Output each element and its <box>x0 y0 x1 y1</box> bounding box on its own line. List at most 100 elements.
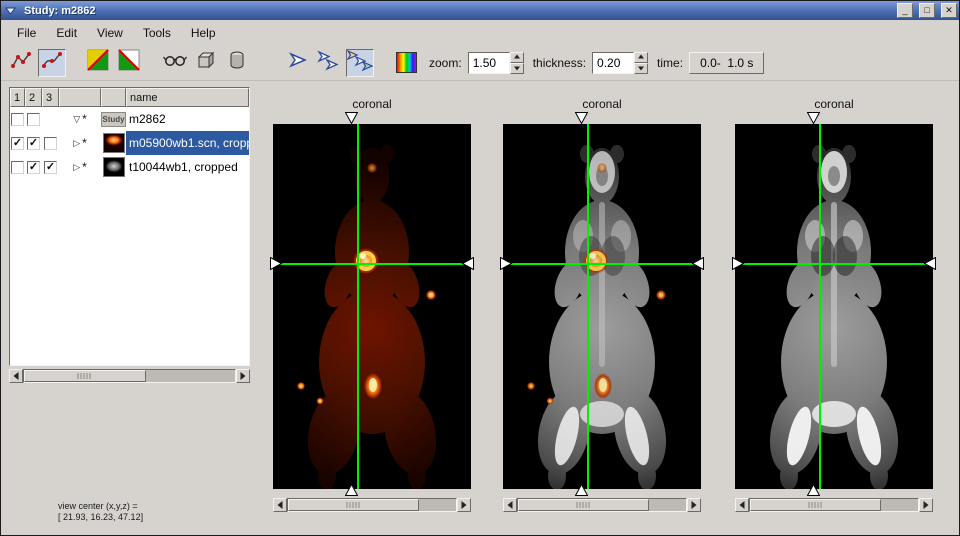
pet-coronal-image[interactable] <box>273 124 471 489</box>
window-title: Study: m2862 <box>22 5 891 17</box>
tree-col-2[interactable]: 2 <box>25 88 42 107</box>
scroll-thumb[interactable] <box>24 370 146 382</box>
scroll-right-icon[interactable] <box>919 498 933 512</box>
interp-trilinear-button[interactable] <box>38 49 66 77</box>
tree-scrollbar[interactable] <box>9 369 250 383</box>
scroll-left-icon[interactable] <box>273 498 287 512</box>
stereoscopic-button[interactable] <box>161 49 189 77</box>
crosshair-handle-top-icon[interactable] <box>345 112 358 125</box>
scroll-thumb[interactable] <box>288 499 419 511</box>
modified-marker: * <box>82 160 87 174</box>
scroll-track[interactable] <box>517 498 687 512</box>
view-scrollbar[interactable] <box>735 498 933 512</box>
zoom-input[interactable]: 1.50 <box>468 52 510 74</box>
minimize-button[interactable]: _ <box>897 3 913 18</box>
crosshair-handle-right-icon[interactable] <box>923 257 936 270</box>
menu-file[interactable]: File <box>7 23 46 43</box>
study-tree: 1 2 3 name ▽ * Study m2862 ✓ ✓ <box>9 87 250 366</box>
crosshair-vertical <box>819 124 821 489</box>
close-button[interactable]: ✕ <box>941 3 957 18</box>
ct-coronal-image[interactable] <box>735 124 933 489</box>
fuse-blend-button[interactable] <box>84 49 112 77</box>
pet-thumbnail-icon <box>103 133 125 153</box>
scroll-right-icon[interactable] <box>236 369 250 383</box>
time-button[interactable]: 0.0- 1.0 s <box>689 52 764 74</box>
checkbox-1[interactable] <box>11 113 24 126</box>
tree-row-study[interactable]: ▽ * Study m2862 <box>10 107 249 131</box>
menu-tools[interactable]: Tools <box>133 23 181 43</box>
tree-col-name[interactable]: name <box>126 88 249 107</box>
crosshair-horizontal <box>503 263 701 265</box>
thickness-up-icon[interactable] <box>634 52 648 63</box>
tree-col-1[interactable]: 1 <box>10 88 25 107</box>
window-menu-icon[interactable] <box>3 3 18 18</box>
crosshair-vertical <box>357 124 359 489</box>
expander-closed-icon[interactable]: ▷ <box>73 162 80 173</box>
scroll-right-icon[interactable] <box>687 498 701 512</box>
tree-col-expander[interactable] <box>59 88 101 107</box>
maximize-button[interactable]: □ <box>919 3 935 18</box>
checkbox-1[interactable] <box>11 161 24 174</box>
crosshair-handle-left-icon[interactable] <box>732 257 745 270</box>
scroll-thumb[interactable] <box>518 499 649 511</box>
crosshair-handle-right-icon[interactable] <box>691 257 704 270</box>
tree-row-ct-dataset[interactable]: ✓ ✓ ▷ * t10044wb1, cropped <box>10 155 249 179</box>
crosshair-handle-bottom-icon[interactable] <box>345 483 358 496</box>
pet-scan-graphic <box>273 124 471 489</box>
roi-cylinder-button[interactable] <box>223 49 251 77</box>
checkbox-2[interactable]: ✓ <box>27 137 40 150</box>
view-linked-2-button[interactable] <box>315 49 343 77</box>
roi-cylinder-icon <box>226 49 248 76</box>
scroll-track[interactable] <box>287 498 457 512</box>
glasses-icon <box>163 49 187 76</box>
crosshair-handle-bottom-icon[interactable] <box>807 483 820 496</box>
study-icon: Study <box>101 112 126 127</box>
scroll-thumb[interactable] <box>750 499 881 511</box>
checkbox-3[interactable]: ✓ <box>44 161 57 174</box>
scroll-left-icon[interactable] <box>9 369 23 383</box>
scroll-track[interactable] <box>749 498 919 512</box>
tree-item-name[interactable]: m2862 <box>126 107 249 131</box>
menubar: File Edit View Tools Help <box>1 20 959 45</box>
tree-row-pet-dataset[interactable]: ✓ ✓ ▷ * m05900wb1.scn, cropped <box>10 131 249 155</box>
crosshair-handle-right-icon[interactable] <box>461 257 474 270</box>
tree-col-3[interactable]: 3 <box>42 88 59 107</box>
fuse-blend-icon <box>87 49 109 76</box>
crosshair-handle-bottom-icon[interactable] <box>575 483 588 496</box>
view-panel-pet: coronal <box>273 97 471 512</box>
expander-open-icon[interactable]: ▽ <box>73 114 80 125</box>
tree-item-name-selected[interactable]: m05900wb1.scn, cropped <box>126 131 249 155</box>
interp-nearest-button[interactable] <box>7 49 35 77</box>
checkbox-1[interactable]: ✓ <box>11 137 24 150</box>
checkbox-2[interactable] <box>27 113 40 126</box>
scroll-track[interactable] <box>23 369 236 383</box>
tree-item-name[interactable]: t10044wb1, cropped <box>126 155 249 179</box>
menu-edit[interactable]: Edit <box>46 23 87 43</box>
main-area: 1 2 3 name ▽ * Study m2862 ✓ ✓ <box>1 81 959 535</box>
tree-col-icon[interactable] <box>101 88 126 107</box>
crosshair-handle-top-icon[interactable] <box>575 112 588 125</box>
scroll-right-icon[interactable] <box>457 498 471 512</box>
view-linked-3-button[interactable] <box>346 49 374 77</box>
scroll-left-icon[interactable] <box>503 498 517 512</box>
expander-closed-icon[interactable]: ▷ <box>73 138 80 149</box>
crosshair-handle-left-icon[interactable] <box>500 257 513 270</box>
checkbox-3[interactable] <box>44 137 57 150</box>
thickness-down-icon[interactable] <box>634 63 648 74</box>
zoom-down-icon[interactable] <box>510 63 524 74</box>
roi-box-button[interactable] <box>192 49 220 77</box>
view-scrollbar[interactable] <box>273 498 471 512</box>
crosshair-handle-left-icon[interactable] <box>270 257 283 270</box>
checkbox-2[interactable]: ✓ <box>27 161 40 174</box>
fused-coronal-image[interactable] <box>503 124 701 489</box>
thickness-input[interactable]: 0.20 <box>592 52 634 74</box>
fuse-overlay-button[interactable] <box>115 49 143 77</box>
zoom-up-icon[interactable] <box>510 52 524 63</box>
crosshair-handle-top-icon[interactable] <box>807 112 820 125</box>
scroll-left-icon[interactable] <box>735 498 749 512</box>
colormap-button[interactable] <box>392 49 420 77</box>
view-scrollbar[interactable] <box>503 498 701 512</box>
menu-view[interactable]: View <box>87 23 133 43</box>
menu-help[interactable]: Help <box>181 23 226 43</box>
view-single-button[interactable] <box>284 49 312 77</box>
